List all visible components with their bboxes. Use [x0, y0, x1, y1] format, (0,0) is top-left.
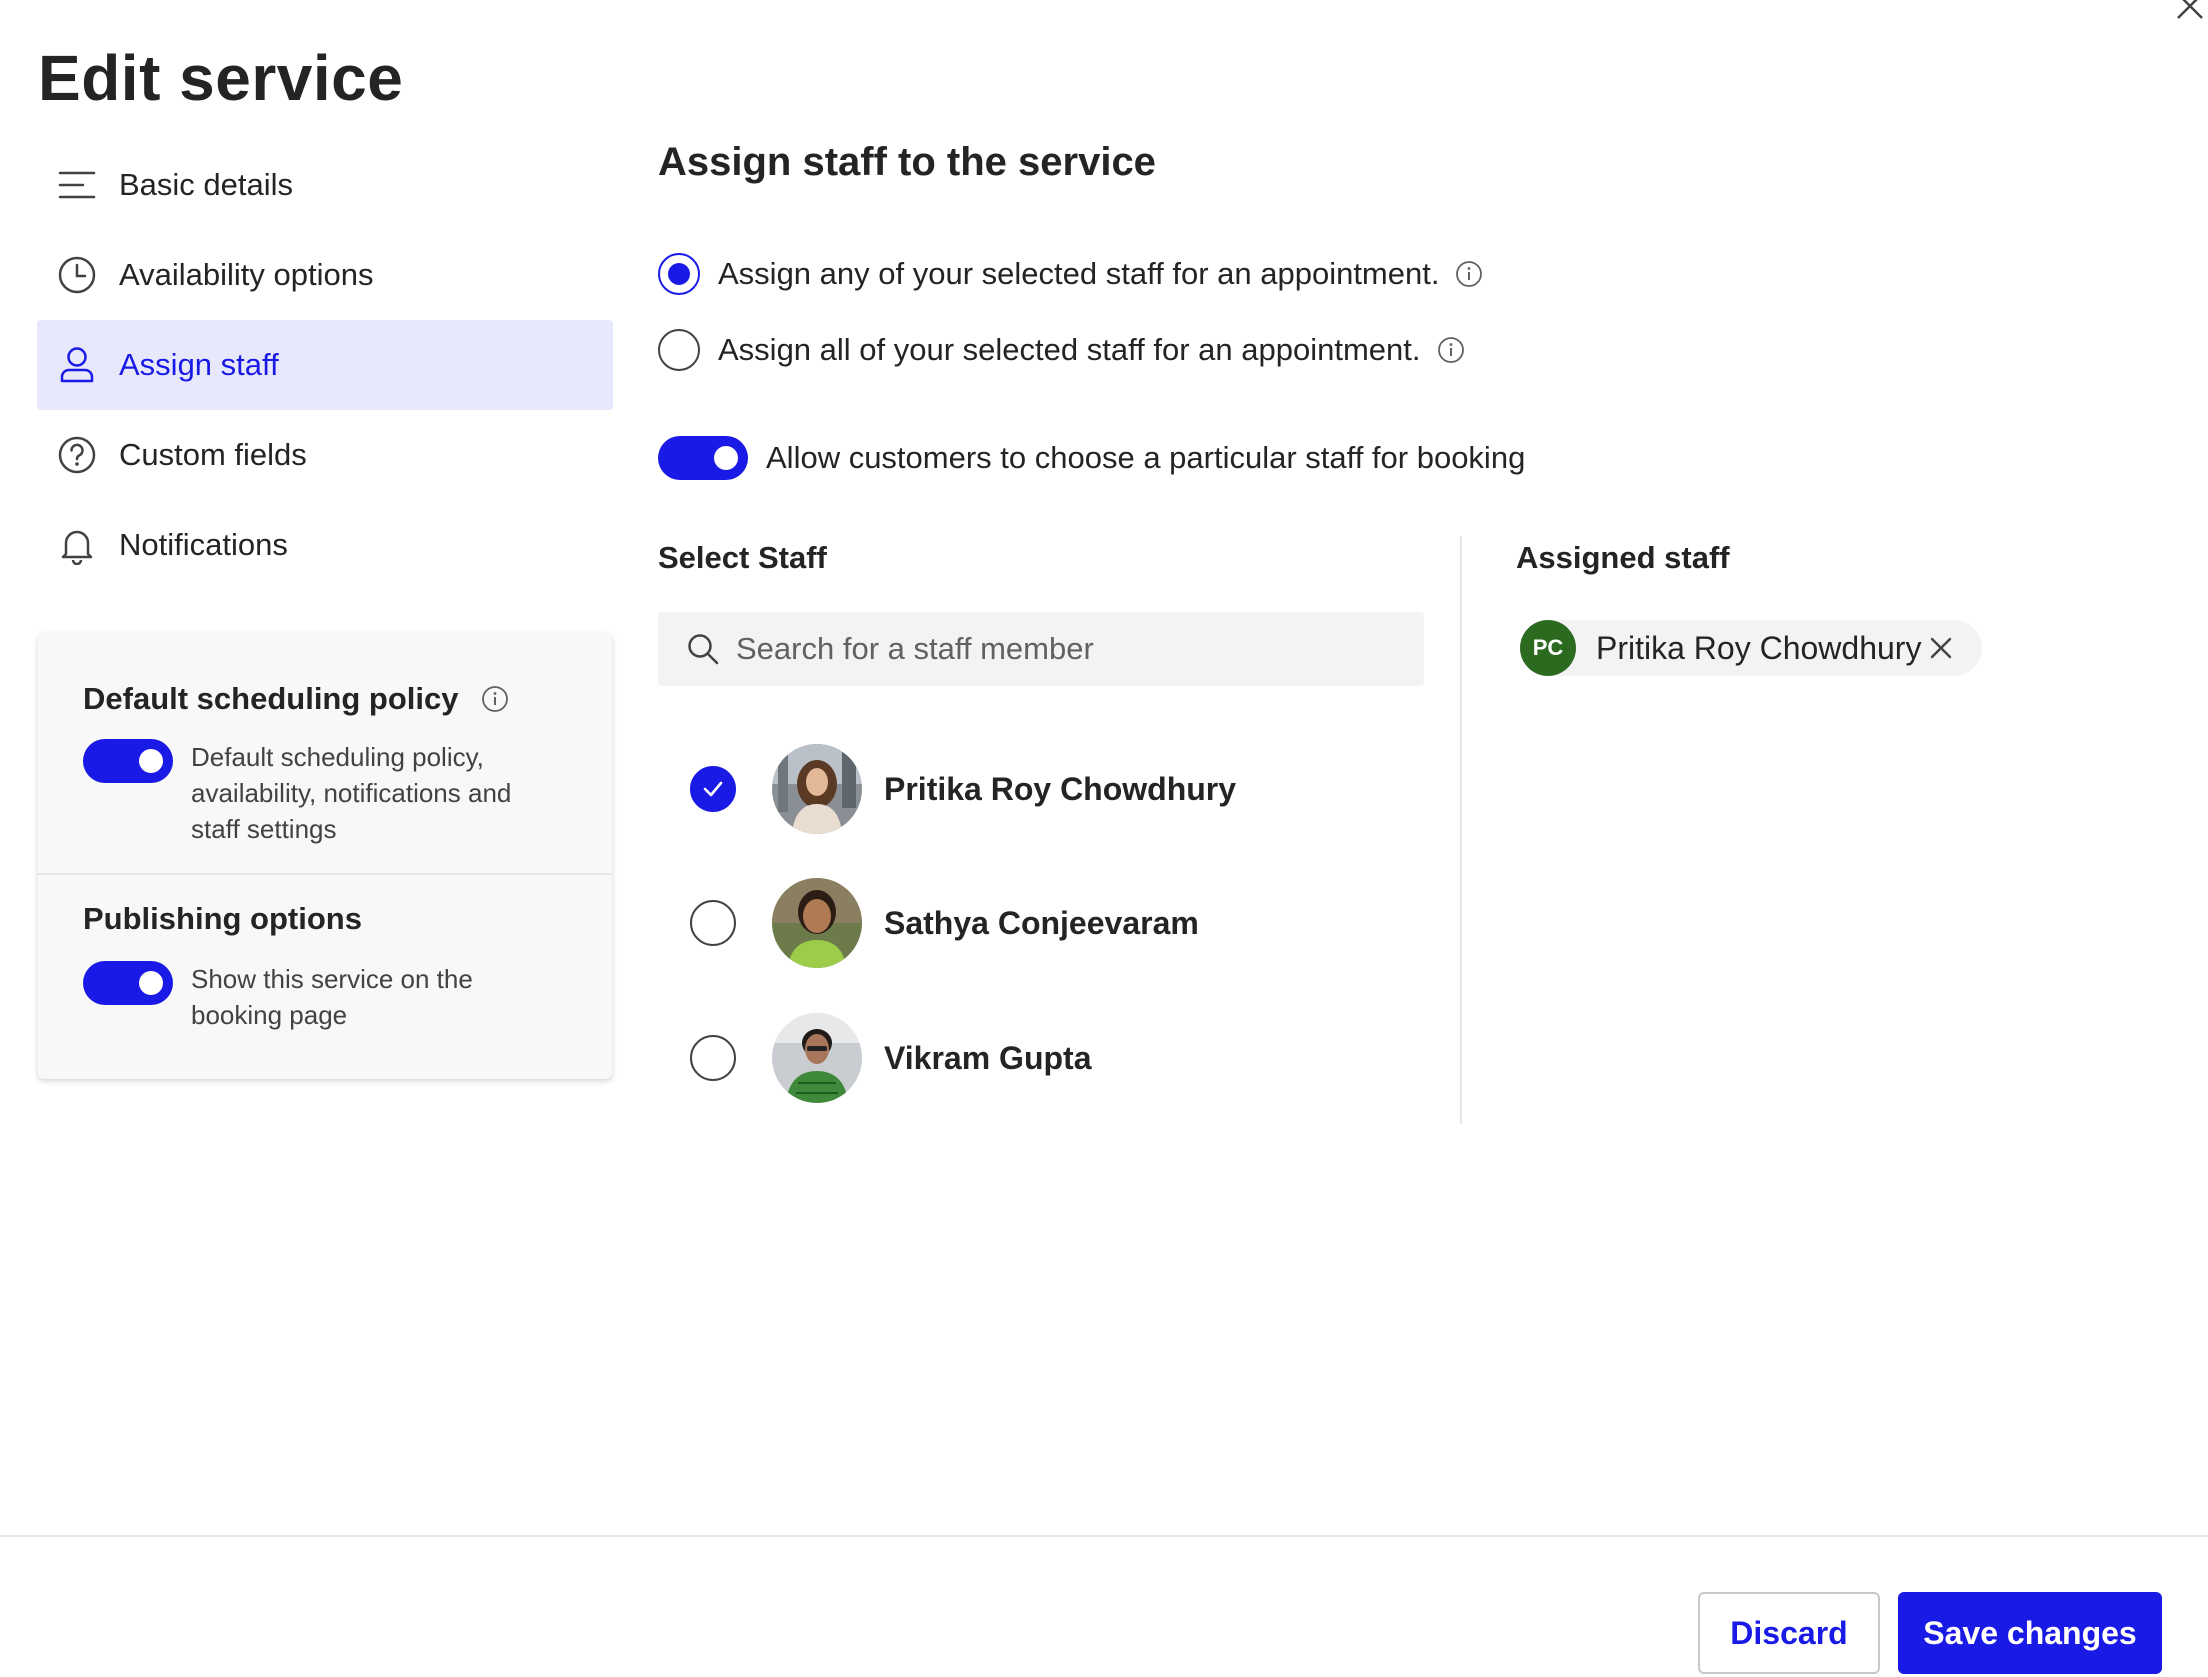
staff-name: Vikram Gupta	[884, 1039, 1092, 1076]
assigned-staff-chip: PC Pritika Roy Chowdhury	[1520, 620, 1982, 676]
assigned-staff-label: Assigned staff	[1516, 540, 1730, 575]
save-changes-button[interactable]: Save changes	[1898, 1592, 2162, 1674]
publishing-description: Show this service on the booking page	[191, 964, 473, 1030]
staff-list-item[interactable]: Sathya Conjeevaram	[690, 878, 1199, 968]
staff-list-item[interactable]: Vikram Gupta	[690, 1013, 1091, 1103]
publishing-section: Publishing options Show this service on …	[83, 901, 583, 1033]
initials-avatar: PC	[1520, 620, 1576, 676]
policy-card: Default scheduling policy Default schedu…	[38, 633, 612, 1079]
staff-avatar	[772, 878, 862, 968]
list-icon	[56, 164, 98, 206]
default-policy-toggle[interactable]	[83, 739, 173, 783]
nav-item-notifications[interactable]: Notifications	[37, 500, 613, 590]
nav-item-label: Basic details	[119, 167, 294, 202]
left-nav: Basic details Availability options Assig…	[37, 140, 613, 590]
section-heading: Assign staff to the service	[658, 140, 1156, 184]
info-icon[interactable]	[481, 685, 509, 713]
radio-button[interactable]	[658, 329, 700, 371]
staff-name: Pritika Roy Chowdhury	[884, 770, 1237, 807]
info-icon[interactable]	[1437, 336, 1465, 364]
staff-name: Sathya Conjeevaram	[884, 904, 1199, 941]
column-divider	[1460, 536, 1462, 1124]
nav-item-basic-details[interactable]: Basic details	[37, 140, 613, 230]
radio-button[interactable]	[658, 253, 700, 295]
remove-icon[interactable]	[1926, 633, 1956, 663]
search-placeholder: Search for a staff member	[736, 631, 1094, 666]
nav-item-label: Custom fields	[119, 437, 307, 472]
nav-item-availability-options[interactable]: Availability options	[37, 230, 613, 320]
publishing-title: Publishing options	[83, 901, 362, 936]
dialog-title: Edit service	[38, 42, 404, 114]
staff-list-item[interactable]: Pritika Roy Chowdhury	[690, 744, 1236, 834]
checkmark-icon	[703, 781, 723, 797]
staff-checkbox[interactable]	[690, 900, 736, 946]
allow-customers-choose-row: Allow customers to choose a particular s…	[658, 436, 1525, 480]
clock-icon	[56, 254, 98, 296]
staff-avatar	[772, 744, 862, 834]
allow-customers-label: Allow customers to choose a particular s…	[766, 440, 1526, 475]
radio-assign-all[interactable]: Assign all of your selected staff for an…	[658, 329, 1465, 371]
radio-assign-any[interactable]: Assign any of your selected staff for an…	[658, 253, 1483, 295]
staff-checkbox[interactable]	[690, 766, 736, 812]
staff-avatar	[772, 1013, 862, 1103]
select-staff-label: Select Staff	[658, 540, 827, 575]
publishing-toggle[interactable]	[83, 961, 173, 1005]
staff-checkbox[interactable]	[690, 1035, 736, 1081]
radio-label: Assign any of your selected staff for an…	[718, 256, 1440, 291]
info-icon[interactable]	[1455, 260, 1483, 288]
person-icon	[56, 344, 98, 386]
question-icon	[56, 434, 98, 476]
footer-divider	[0, 1535, 2208, 1537]
close-icon[interactable]	[2172, 0, 2208, 24]
bell-icon	[56, 524, 98, 566]
nav-item-assign-staff[interactable]: Assign staff	[37, 320, 613, 410]
assigned-staff-name: Pritika Roy Chowdhury	[1596, 629, 1922, 666]
default-policy-description: Default scheduling policy, availability,…	[191, 742, 512, 844]
default-policy-section: Default scheduling policy Default schedu…	[83, 681, 583, 847]
radio-label: Assign all of your selected staff for an…	[718, 332, 1421, 367]
default-policy-title: Default scheduling policy	[83, 681, 459, 716]
nav-item-label: Assign staff	[119, 347, 279, 382]
nav-item-custom-fields[interactable]: Custom fields	[37, 410, 613, 500]
card-divider	[38, 873, 612, 875]
search-icon	[686, 632, 720, 666]
discard-button[interactable]: Discard	[1698, 1592, 1880, 1674]
staff-search-input[interactable]: Search for a staff member	[658, 612, 1424, 686]
allow-customers-toggle[interactable]	[658, 436, 748, 480]
nav-item-label: Availability options	[119, 257, 374, 292]
nav-item-label: Notifications	[119, 527, 288, 562]
